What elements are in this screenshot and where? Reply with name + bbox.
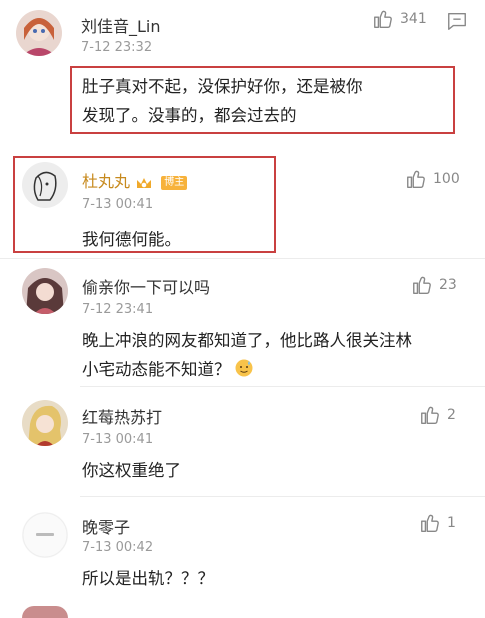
comment-item: 杜丸丸 博主 7-13 00:41 我何德何能。 100 bbox=[0, 150, 485, 260]
avatar[interactable] bbox=[22, 512, 68, 558]
thumbs-up-icon bbox=[407, 170, 425, 188]
like-count: 1 bbox=[447, 515, 456, 531]
like-button[interactable]: 100 bbox=[405, 168, 460, 190]
thumbs-up-icon bbox=[374, 10, 392, 28]
avatar[interactable] bbox=[16, 10, 62, 56]
divider bbox=[80, 386, 485, 387]
comment-line: 发现了。没事的，都会过去的 bbox=[82, 106, 297, 125]
like-button[interactable]: 1 bbox=[419, 512, 456, 534]
like-count: 2 bbox=[447, 407, 456, 423]
comment-timestamp: 7-12 23:41 bbox=[82, 302, 154, 317]
blogger-badge: 博主 bbox=[161, 175, 188, 190]
like-button[interactable]: 23 bbox=[411, 274, 457, 296]
avatar[interactable] bbox=[22, 400, 68, 446]
comment-line: 所以是出轨？？？ bbox=[82, 569, 214, 588]
comment-item: 偷亲你一下可以吗 7-12 23:41 晚上冲浪的网友都知道了，他比路人很关注林… bbox=[0, 262, 485, 387]
comment-username[interactable]: 杜丸丸 博主 bbox=[82, 168, 188, 192]
comment-body: 我何德何能。 bbox=[82, 225, 181, 254]
comment-body: 肚子真对不起，没保护好你，还是被你 发现了。没事的，都会过去的 bbox=[82, 72, 363, 130]
comment-line: 晚上冲浪的网友都知道了，他比路人很关注林 bbox=[82, 331, 412, 350]
comment-line: 肚子真对不起，没保护好你，还是被你 bbox=[82, 77, 363, 96]
avatar[interactable] bbox=[22, 268, 68, 314]
comment-body: 晚上冲浪的网友都知道了，他比路人很关注林 小宅动态能不知道？ bbox=[82, 326, 412, 384]
comment-username[interactable]: 刘佳音_Lin bbox=[81, 13, 161, 37]
comment-item: 晚零子 7-13 00:42 所以是出轨？？？ 1 bbox=[0, 500, 485, 618]
comment-timestamp: 7-13 00:42 bbox=[82, 540, 154, 555]
like-count: 100 bbox=[433, 171, 460, 187]
thumbs-up-icon bbox=[421, 514, 439, 532]
comment-line: 我何德何能。 bbox=[82, 230, 181, 249]
like-button[interactable]: 341 bbox=[372, 8, 427, 30]
comment-body: 你这权重绝了 bbox=[82, 456, 181, 485]
comment-reply-icon[interactable] bbox=[446, 10, 468, 32]
divider bbox=[80, 496, 485, 497]
comment-timestamp: 7-13 00:41 bbox=[82, 432, 154, 447]
comment-body: 所以是出轨？？？ bbox=[82, 564, 214, 593]
comment-username[interactable]: 晚零子 bbox=[82, 514, 130, 538]
like-count: 23 bbox=[439, 277, 457, 293]
avatar[interactable] bbox=[22, 162, 68, 208]
comment-username[interactable]: 偷亲你一下可以吗 bbox=[82, 274, 210, 298]
sweat-face-emoji-icon bbox=[235, 359, 252, 377]
comment-username[interactable]: 红莓热苏打 bbox=[82, 404, 162, 428]
like-button[interactable]: 2 bbox=[419, 404, 456, 426]
thumbs-up-icon bbox=[421, 406, 439, 424]
like-count: 341 bbox=[400, 11, 427, 27]
username-text: 杜丸丸 bbox=[82, 172, 131, 191]
comment-line-text: 小宅动态能不知道？ bbox=[82, 360, 231, 379]
divider bbox=[0, 258, 485, 259]
crown-badge-icon bbox=[137, 177, 152, 188]
comment-line: 小宅动态能不知道？ bbox=[82, 355, 412, 384]
comment-timestamp: 7-12 23:32 bbox=[81, 40, 153, 55]
next-comment-avatar-partial bbox=[22, 606, 68, 618]
comment-item: 红莓热苏打 7-13 00:41 你这权重绝了 2 bbox=[0, 390, 485, 500]
comment-item: 刘佳音_Lin 7-12 23:32 341 肚子真对不起，没保护好你，还是被你… bbox=[0, 0, 485, 150]
comment-line: 你这权重绝了 bbox=[82, 461, 181, 480]
thumbs-up-icon bbox=[413, 276, 431, 294]
comment-timestamp: 7-13 00:41 bbox=[82, 197, 154, 212]
